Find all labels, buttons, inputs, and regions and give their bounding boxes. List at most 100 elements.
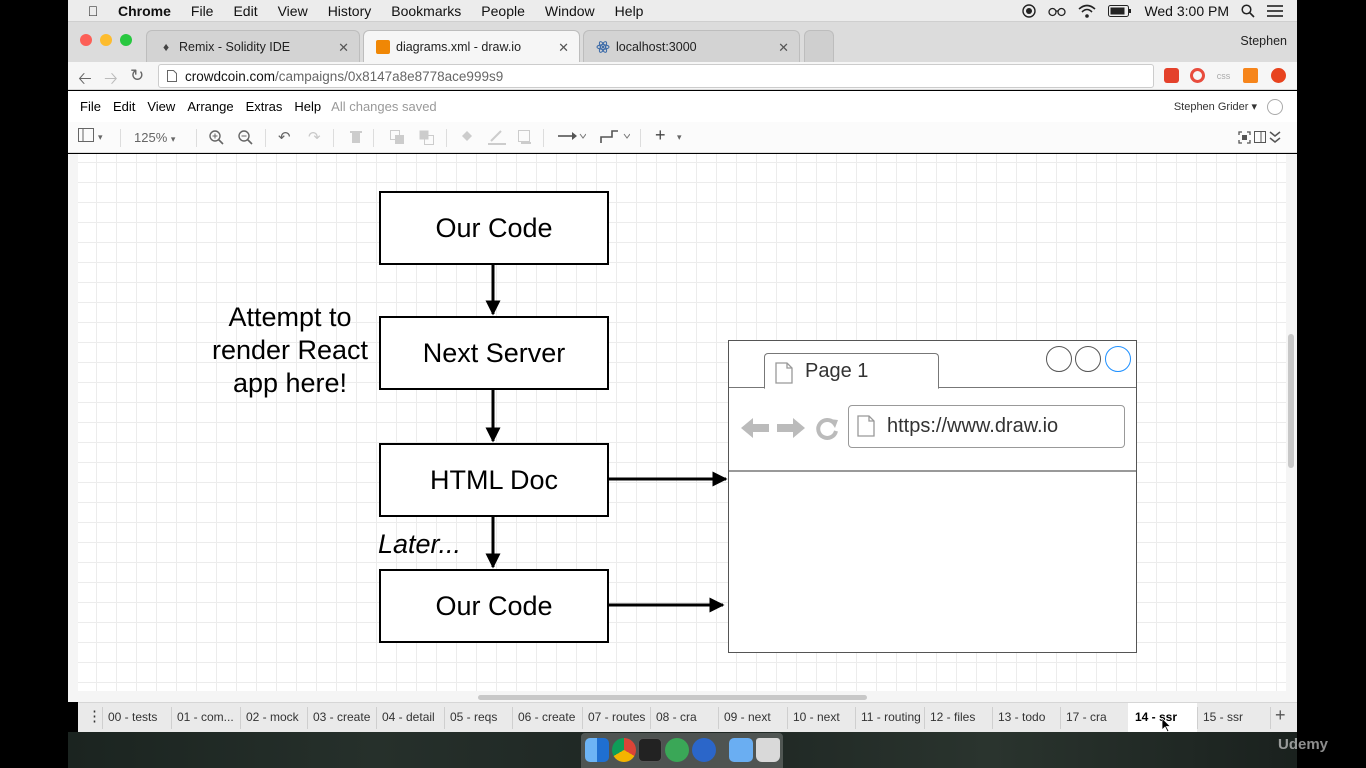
zoom-out-icon[interactable] [238,130,253,145]
shadow-icon[interactable] [518,130,533,145]
menu-history[interactable]: History [318,3,382,19]
metamask-extension-icon[interactable] [1243,68,1258,83]
zoom-select[interactable]: 125% ▾ [134,130,175,145]
collapse-chevron-icon[interactable] [1269,130,1281,144]
window-close-button[interactable] [80,34,92,46]
drawio-menu-extras[interactable]: Extras [240,99,289,114]
chevron-down-icon[interactable]: ▾ [98,132,103,143]
page-tab[interactable]: 06 - create [518,710,575,724]
xcode-style-app-icon[interactable] [665,738,689,762]
menu-app-name[interactable]: Chrome [108,3,181,19]
tab-drawio[interactable]: diagrams.xml - draw.io ✕ [363,30,580,62]
delete-icon[interactable] [350,130,362,144]
page-tab[interactable]: 12 - files [930,710,975,724]
folder-icon[interactable] [729,738,753,762]
reload-icon[interactable]: ↻ [130,66,144,86]
box-our-code-bottom[interactable]: Our Code [379,569,609,643]
record-icon[interactable] [1022,3,1037,18]
page-tab[interactable]: 11 - routing [861,710,921,724]
battery-icon[interactable] [1108,4,1132,17]
insert-plus-icon[interactable]: + [655,125,666,146]
box-html-doc[interactable]: HTML Doc [379,443,609,517]
waypoints-icon[interactable] [600,129,630,145]
menu-view[interactable]: View [268,3,318,19]
apple-icon[interactable]:  [78,3,108,19]
tab-localhost[interactable]: localhost:3000 ✕ [583,30,800,62]
box-our-code-top[interactable]: Our Code [379,191,609,265]
menu-file[interactable]: File [181,3,224,19]
drawio-menu-view[interactable]: View [141,99,181,114]
page-tab[interactable]: 00 - tests [108,710,157,724]
page-tab[interactable]: 04 - detail [382,710,435,724]
zoom-in-icon[interactable] [209,130,224,145]
drawio-menu-file[interactable]: File [74,99,107,114]
menu-bookmarks[interactable]: Bookmarks [381,3,471,19]
page-tab[interactable]: 09 - next [724,710,771,724]
opera-extension-icon[interactable] [1190,68,1205,83]
menubar-clock[interactable]: Wed 3:00 PM [1144,3,1229,19]
horizontal-scrollbar[interactable] [478,695,867,700]
extension-icon[interactable] [1271,68,1286,83]
later-label[interactable]: Later... [378,528,461,561]
vertical-scrollbar[interactable] [1288,334,1294,468]
note-attempt-render[interactable]: Attempt to render React app here! [198,301,382,400]
browser-profile-name[interactable]: Stephen [1240,34,1287,48]
format-panel-icon[interactable] [78,128,94,142]
pages-menu-icon[interactable]: ⋮ [87,707,102,725]
drawio-menu-arrange[interactable]: Arrange [181,99,239,114]
css-extension-icon[interactable]: css [1216,68,1231,83]
add-page-plus-icon[interactable]: + [1275,705,1286,726]
extension-icon[interactable] [1164,68,1179,83]
format-toggle-icon[interactable] [1254,131,1266,143]
browser-app-icon[interactable] [692,738,716,762]
redo-icon[interactable]: ↷ [308,128,321,146]
page-tab[interactable]: 05 - reqs [450,710,497,724]
page-tab[interactable]: 01 - com... [177,710,234,724]
page-tab[interactable]: 02 - mock [246,710,299,724]
finder-icon[interactable] [585,738,609,762]
page-tab[interactable]: 07 - routes [588,710,645,724]
menu-help[interactable]: Help [605,3,654,19]
page-tab[interactable]: 13 - todo [998,710,1045,724]
menu-edit[interactable]: Edit [223,3,267,19]
fill-color-icon[interactable] [460,130,475,145]
page-tab[interactable]: 10 - next [793,710,840,724]
drawio-user-menu[interactable]: Stephen Grider ▾ [1174,100,1257,113]
fullscreen-icon[interactable] [1238,131,1251,144]
page-tab[interactable]: 15 - ssr [1203,710,1243,724]
mouse-cursor-icon [1162,718,1172,732]
address-bar[interactable]: crowdcoin.com/campaigns/0x8147a8e8778ace… [158,64,1154,88]
to-back-icon[interactable] [419,130,434,145]
to-front-icon[interactable] [390,130,405,145]
spotlight-search-icon[interactable] [1241,3,1255,18]
menu-window[interactable]: Window [535,3,605,19]
drawio-menu-help[interactable]: Help [288,99,327,114]
undo-icon[interactable]: ↶ [278,128,291,146]
line-color-icon[interactable] [488,130,506,145]
chevron-down-icon[interactable]: ▾ [677,132,682,143]
tab-close-icon[interactable]: ✕ [338,40,349,56]
diagram-canvas[interactable]: Our Code Next Server HTML Doc Our Code A… [78,154,1286,691]
browser-mockup-shape[interactable]: Page 1 https://www.draw.io [728,340,1137,653]
new-tab-button[interactable] [804,30,834,62]
connection-arrow-icon[interactable] [558,129,586,143]
glasses-icon[interactable] [1048,5,1067,17]
page-tab[interactable]: 08 - cra [656,710,697,724]
notification-center-icon[interactable] [1267,4,1283,17]
tab-remix[interactable]: ♦ Remix - Solidity IDE ✕ [146,30,360,62]
tab-close-icon[interactable]: ✕ [778,40,789,56]
window-maximize-button[interactable] [120,34,132,46]
language-globe-icon[interactable] [1267,98,1283,115]
page-tab[interactable]: 17 - cra [1066,710,1107,724]
box-next-server[interactable]: Next Server [379,316,609,390]
trash-icon[interactable] [756,738,780,762]
wifi-icon[interactable] [1078,4,1096,18]
window-minimize-button[interactable] [100,34,112,46]
terminal-icon[interactable] [638,738,662,762]
sidebar-collapse-strip[interactable] [68,154,78,702]
page-tab[interactable]: 03 - create [313,710,370,724]
tab-close-icon[interactable]: ✕ [558,40,569,56]
chrome-icon[interactable] [612,738,636,762]
drawio-menu-edit[interactable]: Edit [107,99,141,114]
menu-people[interactable]: People [471,3,535,19]
